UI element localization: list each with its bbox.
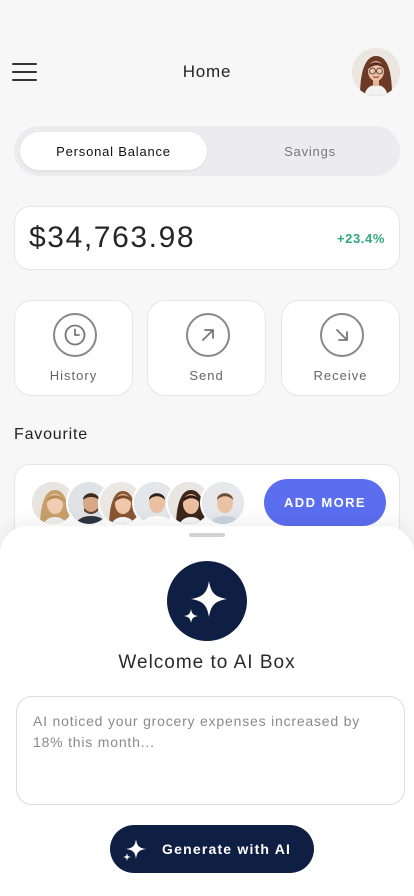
sparkle-icon — [167, 561, 247, 641]
ai-prompt-textarea[interactable] — [16, 696, 405, 805]
arrow-up-right-icon — [186, 313, 230, 357]
ai-box-title: Welcome to AI Box — [118, 652, 296, 673]
app-header: Home — [0, 46, 414, 98]
history-label: History — [49, 368, 98, 383]
add-more-button[interactable]: ADD MORE — [264, 479, 386, 526]
generate-with-ai-label: Generate with AI — [162, 841, 292, 857]
send-label: Send — [189, 368, 224, 383]
favourite-contact-avatar[interactable] — [200, 480, 246, 526]
sheet-drag-handle[interactable] — [189, 533, 225, 537]
tab-personal-balance[interactable]: Personal Balance — [20, 132, 207, 170]
receive-label: Receive — [313, 368, 368, 383]
balance-amount: $34,763.98 — [29, 221, 196, 254]
arrow-down-right-icon — [320, 313, 364, 357]
send-button[interactable]: Send — [147, 300, 266, 396]
history-button[interactable]: History — [14, 300, 133, 396]
receive-button[interactable]: Receive — [281, 300, 400, 396]
profile-avatar[interactable] — [352, 48, 400, 96]
tab-savings[interactable]: Savings — [221, 132, 399, 170]
sparkle-icon — [123, 839, 146, 861]
balance-segmented-control: Personal Balance Savings — [14, 126, 400, 176]
favourite-heading: Favourite — [14, 426, 88, 443]
balance-card: $34,763.98 +23.4% — [14, 206, 400, 270]
generate-with-ai-button[interactable]: Generate with AI — [110, 825, 314, 873]
balance-change-badge: +23.4% — [336, 231, 385, 246]
clock-icon — [53, 313, 97, 357]
